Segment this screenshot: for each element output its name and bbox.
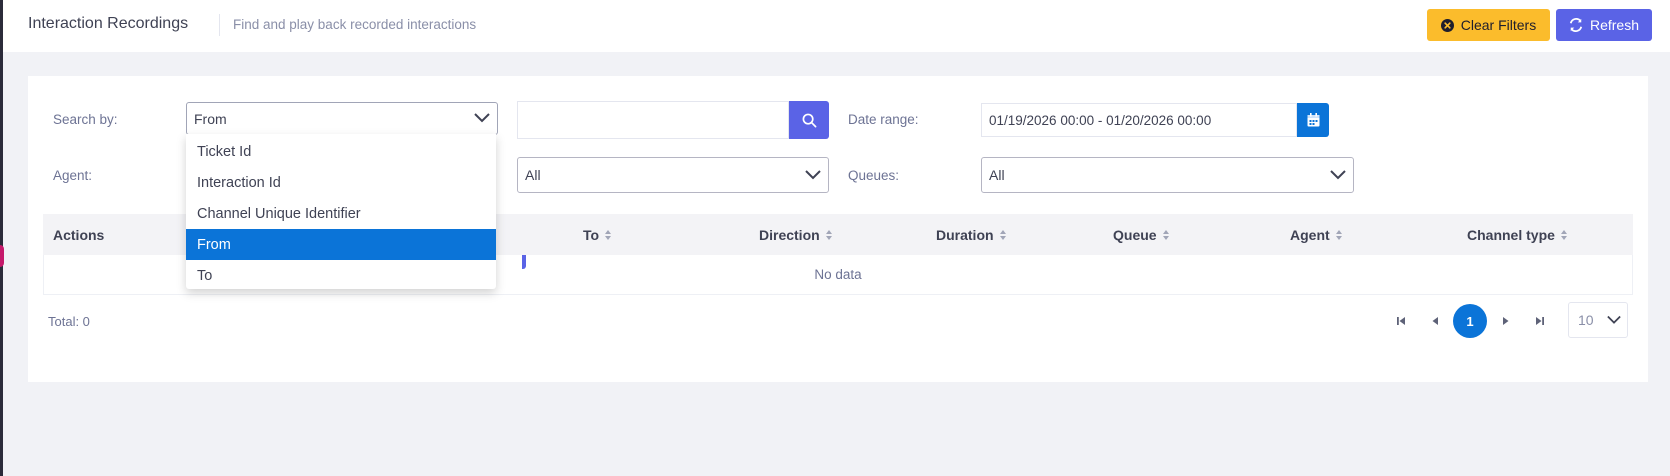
sort-icon [825,230,832,240]
next-page-button[interactable] [1489,304,1523,338]
agent-label: Agent: [53,168,93,183]
option-interaction-id[interactable]: Interaction Id [186,167,496,198]
header-divider [219,14,220,36]
page-header: Interaction Recordings Find and play bac… [3,0,1670,52]
column-actions: Actions [53,227,105,243]
page-subtitle: Find and play back recorded interactions [233,17,477,32]
page-number-button[interactable]: 1 [1453,304,1487,338]
column-to[interactable]: To [583,227,612,243]
queues-label: Queues: [848,168,900,183]
sidebar-indicator [0,245,4,267]
sort-icon [1560,230,1567,240]
search-by-label: Search by: [53,112,118,127]
last-page-button[interactable] [1523,304,1557,338]
search-by-select[interactable]: From [186,102,498,135]
date-range-input[interactable]: 01/19/2026 00:00 - 01/20/2026 00:00 [981,103,1297,137]
first-page-button[interactable] [1384,304,1418,338]
column-agent[interactable]: Agent [1290,227,1343,243]
search-by-dropdown: Ticket Id Interaction Id Channel Unique … [186,134,496,289]
sort-icon [605,230,612,240]
page-title: Interaction Recordings [28,15,189,32]
last-page-icon [1536,317,1544,325]
option-ticket-id[interactable]: Ticket Id [186,136,496,167]
next-page-icon [1503,317,1509,325]
chevron-down-icon [1330,170,1346,180]
sort-icon [999,230,1006,240]
column-duration[interactable]: Duration [936,227,1007,243]
option-channel-unique-identifier[interactable]: Channel Unique Identifier [186,198,496,229]
sort-icon [1162,230,1169,240]
chevron-down-icon [1607,315,1621,324]
search-icon [802,113,816,127]
agent-status-select[interactable]: All [517,157,829,193]
clear-filters-label: Clear Filters [1460,17,1537,33]
refresh-icon [1569,18,1583,32]
close-circle-icon [1440,18,1454,32]
prev-page-icon [1432,317,1438,325]
search-by-value: From [194,110,227,127]
chevron-down-icon [805,170,821,180]
refresh-button[interactable]: Refresh [1556,9,1652,41]
total-count: Total: 0 [48,314,90,329]
page-size-value: 10 [1578,312,1594,328]
page-size-select[interactable]: 10 [1568,302,1628,338]
prev-page-button[interactable] [1418,304,1452,338]
column-channel-type[interactable]: Channel type [1467,227,1568,243]
date-range-label: Date range: [848,112,919,127]
refresh-label: Refresh [1589,17,1640,33]
column-queue[interactable]: Queue [1113,227,1170,243]
clear-filters-button[interactable]: Clear Filters [1427,9,1550,41]
sort-icon [1335,230,1342,240]
search-input[interactable] [517,101,789,139]
sidebar-edge [0,0,4,476]
chevron-down-icon [474,113,490,123]
calendar-icon [1307,113,1319,127]
option-from[interactable]: From [186,229,496,260]
queues-value: All [989,167,1005,183]
first-page-icon [1397,317,1405,325]
column-direction[interactable]: Direction [759,227,833,243]
search-button[interactable] [789,101,829,139]
queues-select[interactable]: All [981,157,1354,193]
option-to[interactable]: To [186,260,496,291]
date-picker-button[interactable] [1297,103,1329,137]
agent-status-value: All [525,167,541,183]
